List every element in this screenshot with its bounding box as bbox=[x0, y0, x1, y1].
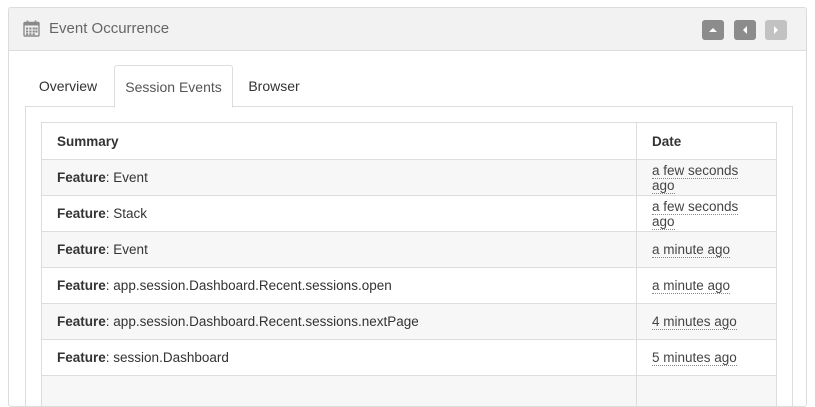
summary-cell: Feature: app.session.Dashboard.Recent.se… bbox=[42, 268, 637, 304]
tab-browser[interactable]: Browser bbox=[237, 65, 311, 107]
tab-content-session-events: Summary Date Feature: Event a few second… bbox=[25, 106, 793, 407]
feature-label: Feature bbox=[57, 350, 106, 365]
date-cell: a few seconds ago bbox=[637, 196, 777, 232]
date-cell: 5 minutes ago bbox=[637, 340, 777, 376]
table-row: Feature: app.session.Dashboard.Recent.se… bbox=[42, 304, 777, 340]
summary-cell: Feature: Event bbox=[42, 160, 637, 196]
previous-button[interactable] bbox=[734, 20, 756, 40]
table-row: Feature: Event a few seconds ago bbox=[42, 160, 777, 196]
feature-value: session.Dashboard bbox=[113, 350, 229, 365]
feature-value: Event bbox=[113, 242, 148, 257]
summary-cell: Feature: Stack bbox=[42, 196, 637, 232]
date-cell: 4 minutes ago bbox=[637, 304, 777, 340]
tab-session-events[interactable]: Session Events bbox=[114, 65, 233, 108]
table-row: Feature: Event a minute ago bbox=[42, 232, 777, 268]
feature-value: app.session.Dashboard.Recent.sessions.op… bbox=[113, 278, 391, 293]
summary-cell: Feature: app.session.Dashboard.Recent.se… bbox=[42, 304, 637, 340]
summary-cell bbox=[42, 376, 637, 407]
chevron-up-icon bbox=[708, 25, 718, 35]
chevron-right-icon bbox=[771, 25, 781, 35]
panel-title: Event Occurrence bbox=[49, 20, 169, 37]
feature-label: Feature bbox=[57, 170, 106, 185]
tab-overview[interactable]: Overview bbox=[25, 65, 111, 107]
calendar-icon bbox=[23, 20, 40, 37]
panel-header: Event Occurrence bbox=[9, 8, 806, 51]
feature-label: Feature bbox=[57, 206, 106, 221]
feature-label: Feature bbox=[57, 314, 106, 329]
feature-label: Feature bbox=[57, 242, 106, 257]
table-row: Feature: Stack a few seconds ago bbox=[42, 196, 777, 232]
date-cell: a minute ago bbox=[637, 268, 777, 304]
session-events-table: Summary Date Feature: Event a few second… bbox=[41, 122, 777, 407]
relative-date[interactable]: a minute ago bbox=[652, 242, 730, 258]
chevron-left-icon bbox=[740, 25, 750, 35]
tab-bar: Overview Session Events Browser bbox=[25, 65, 793, 107]
date-cell: a minute ago bbox=[637, 232, 777, 268]
table-header-row: Summary Date bbox=[42, 123, 777, 160]
relative-date[interactable]: 4 minutes ago bbox=[652, 314, 737, 330]
table-row bbox=[42, 376, 777, 407]
table-row: Feature: app.session.Dashboard.Recent.se… bbox=[42, 268, 777, 304]
relative-date[interactable]: a few seconds ago bbox=[652, 199, 738, 230]
date-cell: a few seconds ago bbox=[637, 160, 777, 196]
feature-label: Feature bbox=[57, 278, 106, 293]
summary-cell: Feature: session.Dashboard bbox=[42, 340, 637, 376]
relative-date[interactable]: a few seconds ago bbox=[652, 163, 738, 194]
feature-value: app.session.Dashboard.Recent.sessions.ne… bbox=[113, 314, 418, 329]
summary-column-header: Summary bbox=[42, 123, 637, 160]
date-column-header: Date bbox=[637, 123, 777, 160]
collapse-button[interactable] bbox=[702, 20, 724, 40]
next-button[interactable] bbox=[765, 20, 787, 40]
summary-cell: Feature: Event bbox=[42, 232, 637, 268]
date-cell bbox=[637, 376, 777, 407]
feature-value: Stack bbox=[113, 206, 147, 221]
feature-value: Event bbox=[113, 170, 148, 185]
event-occurrence-panel: Event Occurrence Overview Session Events… bbox=[8, 7, 807, 407]
relative-date[interactable]: 5 minutes ago bbox=[652, 350, 737, 366]
relative-date[interactable]: a minute ago bbox=[652, 278, 730, 294]
table-row: Feature: session.Dashboard 5 minutes ago bbox=[42, 340, 777, 376]
